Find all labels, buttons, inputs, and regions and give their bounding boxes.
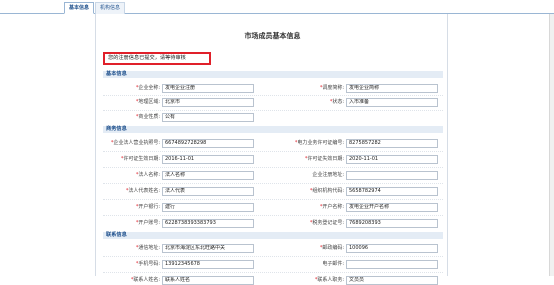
license-valid-field[interactable]: 2016-11-01 bbox=[162, 155, 254, 164]
row-divider bbox=[103, 151, 443, 152]
contact-name-field[interactable]: 联系人姓名 bbox=[162, 276, 254, 285]
tax-no-label: *税务登记证号: bbox=[309, 220, 344, 226]
license-no-label: *企业法人营业执照号: bbox=[110, 140, 160, 146]
mobile-field[interactable]: 13912345678 bbox=[162, 260, 254, 269]
email-label: 电子邮件: bbox=[322, 261, 344, 267]
postcode-label: *邮政编码: bbox=[319, 245, 344, 251]
row-divider bbox=[103, 95, 443, 96]
tab-org-info[interactable]: 机构信息 bbox=[95, 2, 125, 14]
license-no-field[interactable]: 6674892728298 bbox=[162, 139, 254, 148]
bank-label: *开户银行: bbox=[135, 204, 160, 210]
row-divider bbox=[103, 199, 443, 200]
account-no-field[interactable]: 6228738393383793 bbox=[162, 219, 254, 228]
main-panel: 市场成员基本信息 您的注册信息已提交，请等待审核 基本信息 *企业全称: 发电企… bbox=[95, 14, 448, 285]
reg-address-label: 企业注册地址: bbox=[312, 172, 344, 178]
nature-label: *商业性质: bbox=[135, 114, 160, 120]
row-divider bbox=[103, 183, 443, 184]
dispatch-name-label: *调度简称: bbox=[319, 85, 344, 91]
section-header-contact: 联系信息 bbox=[103, 232, 443, 239]
page-title: 市场成员基本信息 bbox=[244, 32, 301, 40]
address-field[interactable]: 北京市海淀区东北旺路中关 bbox=[162, 244, 254, 253]
status-notice: 您的注册信息已提交，请等待审核 bbox=[103, 52, 211, 65]
address-label: *通信地址: bbox=[135, 245, 160, 251]
license-invalid-label: *许可证失效日期: bbox=[304, 156, 344, 162]
tab-bar: 基本信息 机构信息 bbox=[0, 0, 554, 14]
account-name-field[interactable]: 发电企业开户名称 bbox=[346, 203, 438, 212]
account-no-label: *开户账号: bbox=[135, 220, 160, 226]
status-field[interactable]: 入市准备 bbox=[346, 98, 438, 107]
mobile-label: *手机号码: bbox=[135, 261, 160, 267]
nature-field[interactable]: 公有 bbox=[162, 113, 254, 122]
row-divider bbox=[103, 256, 443, 257]
region-field[interactable]: 北京市 bbox=[162, 98, 254, 107]
row-divider bbox=[103, 167, 443, 168]
full-name-label: *企业全称: bbox=[135, 85, 160, 91]
license-valid-label: *许可证生效日期: bbox=[120, 156, 160, 162]
postcode-field[interactable]: 100096 bbox=[346, 244, 438, 253]
org-code-label: *组织机构代码: bbox=[309, 188, 344, 194]
dispatch-name-field[interactable]: 发电企业简称 bbox=[346, 84, 438, 93]
reg-address-field[interactable] bbox=[346, 171, 438, 180]
status-label: *状态: bbox=[329, 99, 344, 105]
legal-name-label: *法人名称: bbox=[135, 172, 160, 178]
org-code-field[interactable]: 5658782974 bbox=[346, 187, 438, 196]
legal-name-field[interactable]: 法人名称 bbox=[162, 171, 254, 180]
contact-title-field[interactable]: 文员员 bbox=[346, 276, 438, 285]
full-name-field[interactable]: 发电企业注册 bbox=[162, 84, 254, 93]
license-invalid-field[interactable]: 2020-11-01 bbox=[346, 155, 438, 164]
account-name-label: *开户名称: bbox=[319, 204, 344, 210]
row-divider bbox=[103, 272, 443, 273]
section-header-business: 商务信息 bbox=[103, 126, 443, 133]
legal-rep-field[interactable]: 法人代表 bbox=[162, 187, 254, 196]
contact-name-label: *联系人姓名: bbox=[130, 277, 160, 283]
legal-rep-label: *法人代表姓名: bbox=[125, 188, 160, 194]
bank-field[interactable]: 建行 bbox=[162, 203, 254, 212]
power-license-no-field[interactable]: 8275857282 bbox=[346, 139, 438, 148]
row-divider bbox=[103, 110, 443, 111]
email-field[interactable] bbox=[346, 260, 438, 269]
row-divider bbox=[103, 215, 443, 216]
power-license-no-label: *电力业务许可证编号: bbox=[294, 140, 344, 146]
region-label: *地理区域: bbox=[135, 99, 160, 105]
section-header-basic: 基本信息 bbox=[103, 71, 443, 78]
contact-title-label: *联系人职务: bbox=[314, 277, 344, 283]
tax-no-field[interactable]: 7689208393 bbox=[346, 219, 438, 228]
vertical-scrollbar[interactable] bbox=[549, 14, 554, 276]
tab-basic-info[interactable]: 基本信息 bbox=[64, 2, 94, 14]
